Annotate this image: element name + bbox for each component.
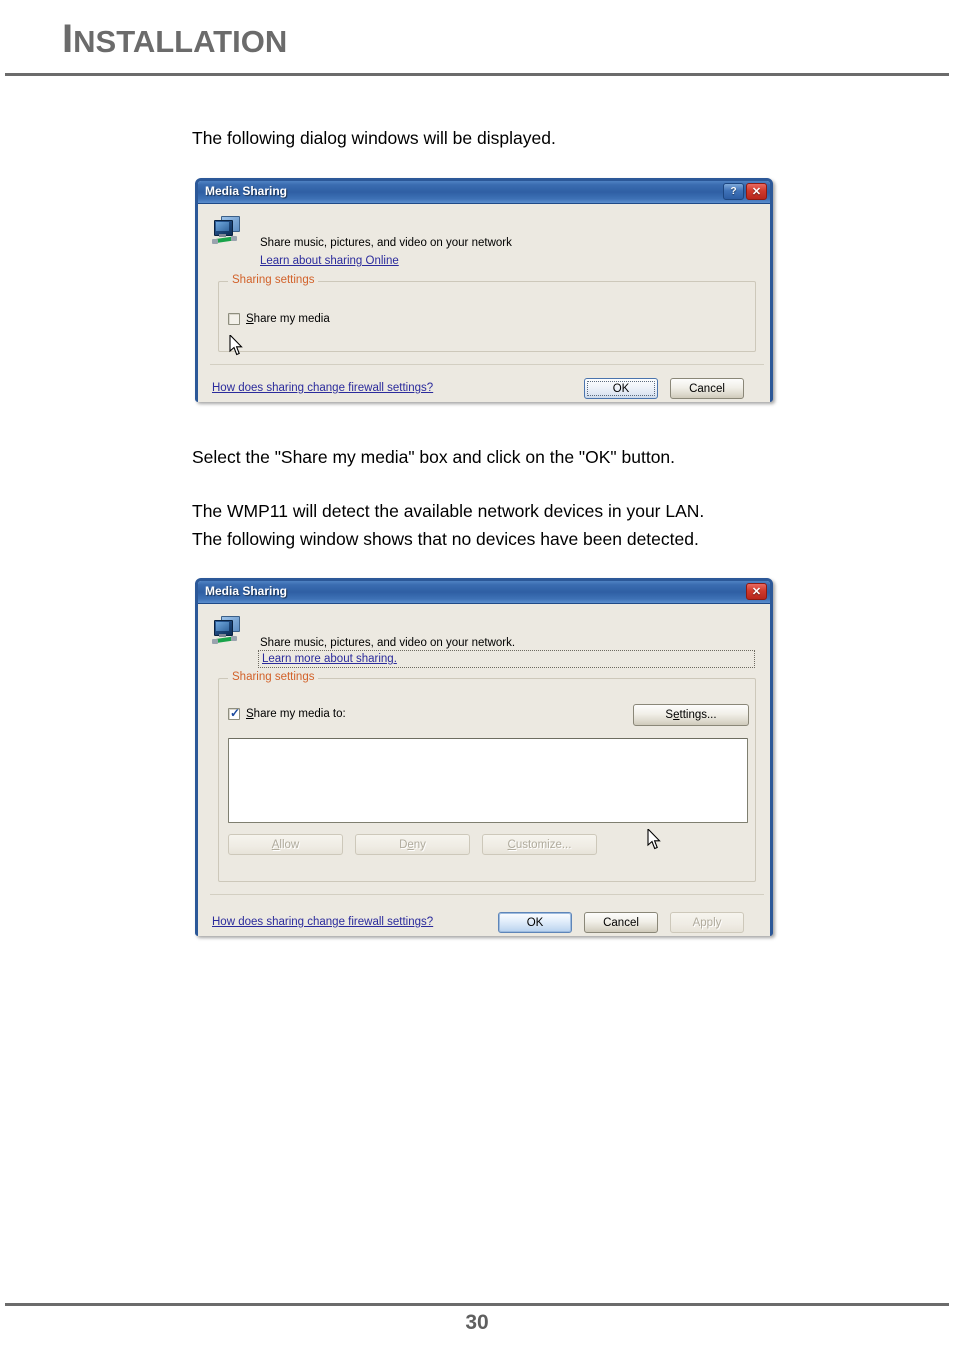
dialog2-ok-button[interactable]: OK xyxy=(498,912,572,933)
checkbox-label: Share my media to: xyxy=(246,708,346,720)
page-number: 30 xyxy=(465,1311,489,1334)
paragraph-intro: The following dialog windows will be dis… xyxy=(192,128,556,148)
deny-button-label: Deny xyxy=(399,838,426,851)
dialog2-share-my-media-checkbox[interactable]: ✓ Share my media to: xyxy=(228,706,346,720)
close-icon[interactable]: ✕ xyxy=(746,183,767,200)
page-title-rest: NSTALLATION xyxy=(73,24,288,59)
page-title-first-letter: I xyxy=(62,17,74,61)
paragraph-select-box: Select the "Share my media" box and clic… xyxy=(192,447,676,467)
page-header: INSTALLATION xyxy=(0,0,954,78)
dialog2-footer-separator xyxy=(210,894,764,895)
dialog1-titlebar[interactable]: Media Sharing ? ✕ xyxy=(198,181,770,204)
checkbox-accel: S xyxy=(246,313,254,325)
dialog2-settings-button[interactable]: Settings... xyxy=(633,704,749,726)
dialog2-deny-button[interactable]: Deny xyxy=(355,834,470,855)
dialog2-titlebar[interactable]: Media Sharing ✕ xyxy=(198,581,770,604)
dialog1-ok-button[interactable]: OK xyxy=(584,378,658,399)
dialog2-cancel-button[interactable]: Cancel xyxy=(584,912,658,933)
dialog1-window-controls: ? ✕ xyxy=(723,183,767,200)
settings-button-label: Settings... xyxy=(665,709,717,721)
dialog2-allow-button[interactable]: Allow xyxy=(228,834,343,855)
mouse-cursor-icon xyxy=(647,829,661,850)
customize-button-label: Customize... xyxy=(507,838,572,851)
media-sharing-dialog-2: Media Sharing ✕ Share music, pictures, a… xyxy=(195,578,773,936)
close-icon[interactable]: ✕ xyxy=(746,583,767,600)
dialog1-footer-separator xyxy=(210,364,764,365)
dialog2-device-list[interactable] xyxy=(228,738,748,823)
dialog2-learn-link[interactable]: Learn more about sharing. xyxy=(262,653,397,665)
checkbox-label-rest: hare my media to: xyxy=(253,708,346,720)
dialog1-share-my-media-checkbox[interactable]: Share my media xyxy=(228,313,330,325)
dialog2-customize-button[interactable]: Customize... xyxy=(482,834,597,855)
checkbox-label: Share my media xyxy=(246,313,330,325)
checkmark-icon: ✓ xyxy=(230,706,241,720)
network-monitors-icon xyxy=(212,216,246,248)
checkbox-label-rest: hare my media xyxy=(253,313,330,325)
help-icon[interactable]: ? xyxy=(723,183,744,200)
dialog2-title: Media Sharing xyxy=(205,584,288,598)
dialog2-heading: Share music, pictures, and video on your… xyxy=(260,637,516,649)
dialog2-firewall-link[interactable]: How does sharing change firewall setting… xyxy=(212,916,433,928)
dialog1-group-legend: Sharing settings xyxy=(228,274,319,286)
dialog1-learn-link[interactable]: Learn about sharing Online xyxy=(260,255,399,267)
page-title: INSTALLATION xyxy=(62,19,287,59)
dialog1-title: Media Sharing xyxy=(205,184,288,198)
allow-button-label: Allow xyxy=(271,838,300,851)
network-monitors-icon xyxy=(212,616,246,648)
mouse-cursor-icon xyxy=(229,335,243,356)
dialog2-apply-button[interactable]: Apply xyxy=(670,912,744,933)
dialog1-cancel-button[interactable]: Cancel xyxy=(670,378,744,399)
footer-divider xyxy=(5,1303,949,1306)
checkbox-accel: S xyxy=(246,708,254,720)
dialog2-client-area: Share music, pictures, and video on your… xyxy=(198,604,770,936)
dialog1-client-area: Share music, pictures, and video on your… xyxy=(198,204,770,402)
dialog2-group-legend: Sharing settings xyxy=(228,671,319,683)
dialog1-firewall-link[interactable]: How does sharing change firewall setting… xyxy=(212,382,433,394)
media-sharing-dialog-1: Media Sharing ? ✕ Share music, pictures,… xyxy=(195,178,773,402)
checkbox-box[interactable] xyxy=(228,313,240,325)
header-divider xyxy=(5,73,949,76)
paragraph-wmp11-detect: The WMP11 will detect the available netw… xyxy=(192,501,705,549)
checkbox-box[interactable]: ✓ xyxy=(228,706,241,720)
dialog2-window-controls: ✕ xyxy=(746,583,767,600)
dialog1-heading: Share music, pictures, and video on your… xyxy=(260,237,512,249)
